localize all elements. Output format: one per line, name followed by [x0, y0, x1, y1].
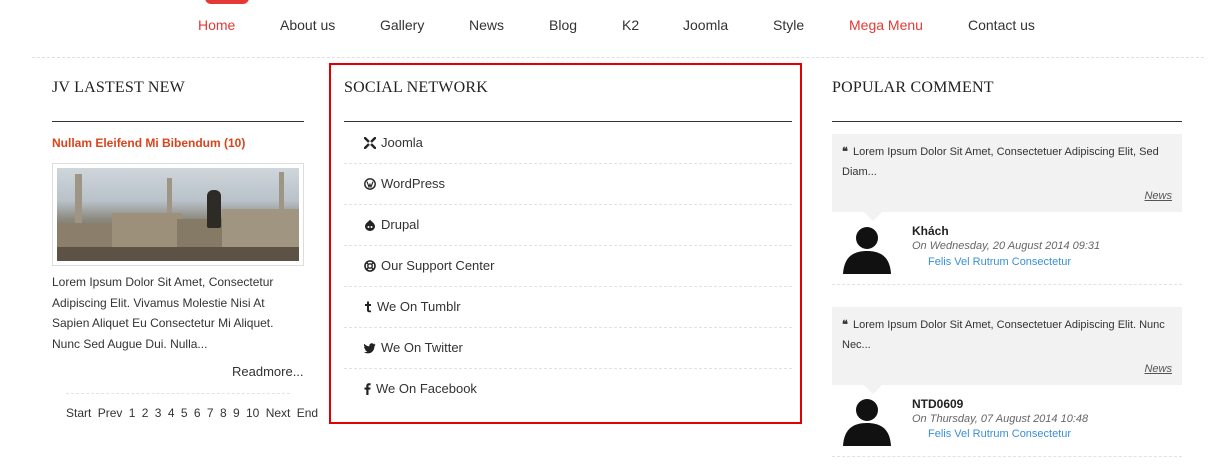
- comment-date: On Wednesday, 20 August 2014 09:31: [912, 240, 1101, 252]
- social-divider: [344, 245, 792, 246]
- social-item-twitter[interactable]: We On Twitter: [364, 340, 463, 355]
- nav-item-gallery[interactable]: Gallery: [380, 17, 424, 33]
- pager-divider: [66, 393, 290, 394]
- pager-start[interactable]: Start: [66, 406, 91, 420]
- pager-page-10[interactable]: 10: [246, 406, 259, 420]
- drupal-icon: [364, 219, 376, 231]
- twitter-icon: [364, 342, 376, 354]
- pager-prev[interactable]: Prev: [98, 406, 123, 420]
- social-divider: [344, 368, 792, 369]
- user-avatar-icon: [841, 224, 893, 274]
- social-item-label: Joomla: [381, 135, 423, 150]
- quote-pointer: [864, 385, 882, 394]
- pagination: Start Prev 1 2 3 4 5 6 7 8 9 10 Next End: [66, 406, 321, 420]
- header-fragment: [205, 0, 255, 4]
- comment-quote: ❝ Lorem Ipsum Dolor Sit Amet, Consectetu…: [832, 134, 1182, 212]
- latest-article-title[interactable]: Nullam Eleifend Mi Bibendum (10): [52, 136, 245, 150]
- social-item-wordpress[interactable]: WordPress: [364, 176, 445, 191]
- pager-page-5[interactable]: 5: [181, 406, 188, 420]
- support-icon: [364, 259, 376, 272]
- joomla-icon: [363, 136, 377, 149]
- social-item-label: Our Support Center: [381, 258, 495, 273]
- social-item-joomla[interactable]: Joomla: [363, 135, 423, 150]
- pager-page-1[interactable]: 1: [129, 406, 136, 420]
- comment-category-link[interactable]: News: [1144, 186, 1172, 206]
- social-item-label: We On Facebook: [376, 381, 477, 396]
- nav-item-mega-menu[interactable]: Mega Menu: [849, 17, 923, 33]
- pager-page-2[interactable]: 2: [142, 406, 149, 420]
- facebook-icon: [364, 382, 371, 395]
- comment-quote: ❝ Lorem Ipsum Dolor Sit Amet, Consectetu…: [832, 307, 1182, 385]
- social-divider: [344, 163, 792, 164]
- user-avatar-icon: [841, 396, 893, 446]
- latest-article-excerpt: Lorem Ipsum Dolor Sit Amet, Consectetur …: [52, 275, 274, 351]
- social-divider: [344, 286, 792, 287]
- nav-item-k2[interactable]: K2: [622, 17, 639, 33]
- popular-heading: POPULAR COMMENT: [832, 79, 994, 96]
- comment-category-link[interactable]: News: [1144, 359, 1172, 379]
- pager-page-7[interactable]: 7: [207, 406, 214, 420]
- main-nav: Home About us Gallery News Blog K2 Jooml…: [0, 17, 1217, 39]
- popular-heading-line: [832, 121, 1182, 122]
- social-heading: SOCIAL NETWORK: [344, 79, 488, 96]
- social-item-support[interactable]: Our Support Center: [364, 258, 494, 273]
- social-item-label: We On Tumblr: [377, 299, 461, 314]
- nav-item-about[interactable]: About us: [280, 17, 335, 33]
- social-item-label: We On Twitter: [381, 340, 463, 355]
- comment-author: Khách: [912, 224, 949, 238]
- pager-page-6[interactable]: 6: [194, 406, 201, 420]
- comment-article-link[interactable]: Felis Vel Rutrum Consectetur: [928, 428, 1071, 440]
- latest-heading: JV LASTEST NEW: [52, 79, 185, 96]
- social-item-label: Drupal: [381, 217, 420, 232]
- social-item-label: WordPress: [381, 176, 446, 191]
- nav-item-joomla[interactable]: Joomla: [683, 17, 728, 33]
- pager-page-9[interactable]: 9: [233, 406, 240, 420]
- social-divider: [344, 204, 792, 205]
- social-heading-line: [344, 121, 792, 122]
- nav-item-blog[interactable]: Blog: [549, 17, 577, 33]
- readmore-link[interactable]: Readmore...: [232, 364, 304, 379]
- quote-icon: ❝: [842, 146, 848, 158]
- social-item-tumblr[interactable]: We On Tumblr: [364, 299, 461, 314]
- pager-next[interactable]: Next: [266, 406, 291, 420]
- pager-page-4[interactable]: 4: [168, 406, 175, 420]
- nav-item-news[interactable]: News: [469, 17, 504, 33]
- comment-divider: [832, 456, 1182, 457]
- quote-pointer: [864, 212, 882, 221]
- comment-text: Lorem Ipsum Dolor Sit Amet, Consectetuer…: [842, 319, 1165, 351]
- nav-item-style[interactable]: Style: [773, 17, 804, 33]
- social-item-drupal[interactable]: Drupal: [364, 217, 419, 232]
- social-item-facebook[interactable]: We On Facebook: [364, 381, 477, 396]
- latest-heading-line: [52, 121, 304, 122]
- comment-article-link[interactable]: Felis Vel Rutrum Consectetur: [928, 256, 1071, 268]
- social-divider: [344, 327, 792, 328]
- quote-icon: ❝: [842, 319, 848, 331]
- nav-item-contact[interactable]: Contact us: [968, 17, 1035, 33]
- comment-author: NTD0609: [912, 397, 964, 411]
- nav-divider: [32, 57, 1204, 58]
- city-scene-image: [57, 168, 299, 261]
- comment-divider: [832, 284, 1182, 285]
- pager-page-8[interactable]: 8: [220, 406, 227, 420]
- social-network-highlight: [329, 63, 802, 424]
- tumblr-icon: [364, 301, 372, 313]
- wordpress-icon: [364, 177, 376, 190]
- latest-article-image[interactable]: [52, 163, 304, 266]
- comment-text: Lorem Ipsum Dolor Sit Amet, Consectetuer…: [842, 146, 1159, 178]
- pager-page-3[interactable]: 3: [155, 406, 162, 420]
- comment-date: On Thursday, 07 August 2014 10:48: [912, 413, 1089, 425]
- pager-end[interactable]: End: [297, 406, 318, 420]
- nav-item-home[interactable]: Home: [198, 17, 235, 33]
